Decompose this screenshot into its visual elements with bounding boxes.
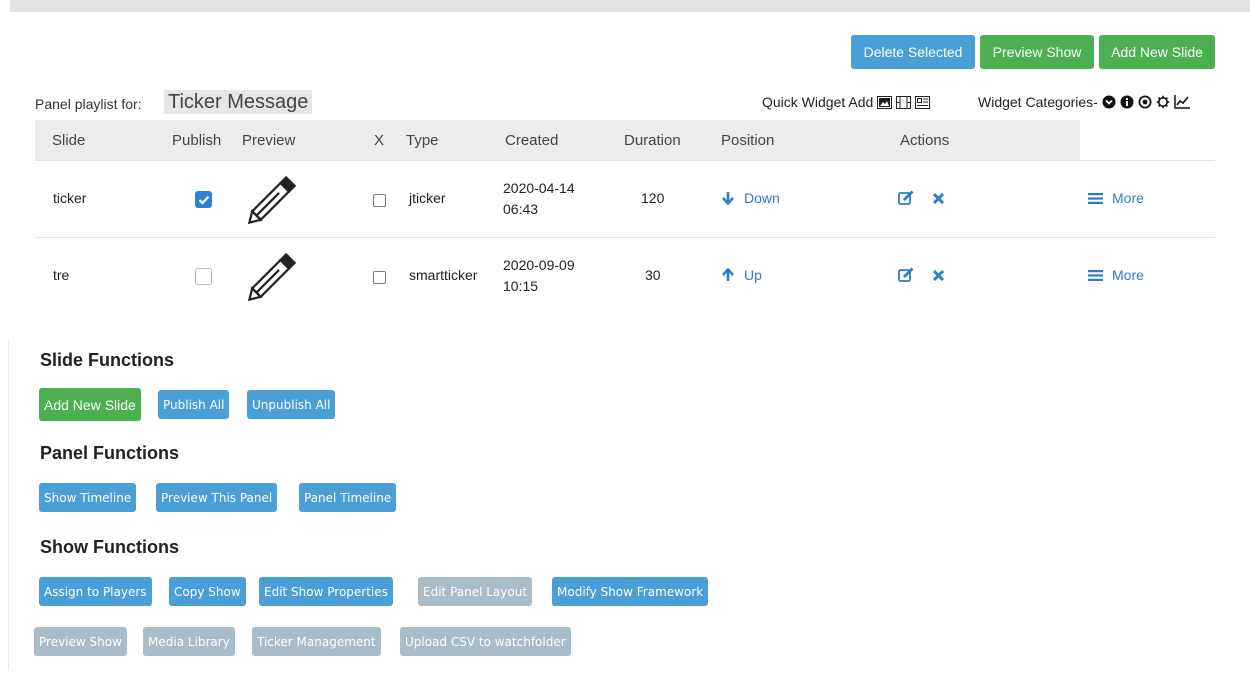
move-up-link[interactable]: Up — [721, 267, 762, 283]
slide-name: ticker — [53, 190, 87, 206]
delete-icon[interactable] — [932, 192, 945, 205]
more-link[interactable]: More — [1088, 190, 1144, 206]
panel-timeline-button[interactable]: Panel Timeline — [299, 483, 397, 512]
created-date: 2020-04-14 — [503, 180, 575, 196]
media-library-button[interactable]: Media Library — [143, 627, 235, 656]
preview-show-button-disabled[interactable]: Preview Show — [34, 627, 127, 656]
header-actions: Actions — [900, 132, 950, 149]
pencil-icon[interactable] — [244, 172, 300, 228]
modify-show-framework-button[interactable]: Modify Show Framework — [552, 577, 709, 606]
header-type: Type — [406, 132, 439, 149]
upload-csv-button[interactable]: Upload CSV to watchfolder — [400, 627, 571, 656]
row-divider — [35, 160, 1215, 161]
move-down-link[interactable]: Down — [721, 190, 780, 206]
header-publish: Publish — [172, 132, 222, 149]
newspaper-icon[interactable] — [915, 95, 931, 109]
panel-playlist-label: Panel playlist for: — [35, 96, 142, 112]
arrow-down-icon — [722, 192, 734, 205]
show-timeline-button[interactable]: Show Timeline — [39, 483, 137, 512]
header-preview: Preview — [242, 132, 296, 149]
more-link[interactable]: More — [1088, 267, 1144, 283]
slide-type: smartticker — [409, 267, 478, 283]
edit-panel-layout-button[interactable]: Edit Panel Layout — [418, 577, 533, 606]
unpublish-all-button[interactable]: Unpublish All — [247, 390, 336, 419]
header-created: Created — [505, 132, 559, 149]
menu-icon — [1088, 192, 1103, 204]
panel-functions-heading: Panel Functions — [40, 443, 180, 463]
created-time: 10:15 — [503, 278, 539, 294]
widget-categories: Widget Categories- — [978, 94, 1190, 110]
edit-show-properties-button[interactable]: Edit Show Properties — [259, 577, 393, 606]
select-x-checkbox[interactable] — [373, 271, 386, 284]
widget-categories-label: Widget Categories- — [978, 94, 1098, 110]
select-x-checkbox[interactable] — [373, 194, 386, 207]
gear-icon[interactable] — [1156, 95, 1170, 109]
created-time: 06:43 — [503, 201, 539, 217]
delete-selected-button[interactable]: Delete Selected — [851, 35, 975, 69]
header-duration: Duration — [624, 132, 681, 149]
ticker-management-button[interactable]: Ticker Management — [252, 627, 381, 656]
panel-name: Ticker Message — [164, 90, 313, 114]
top-divider-bar — [10, 0, 1250, 12]
delete-icon[interactable] — [932, 269, 945, 282]
header-slide: Slide — [52, 132, 86, 149]
edit-icon[interactable] — [898, 267, 914, 283]
image-icon[interactable] — [877, 95, 893, 109]
slide-functions-heading: Slide Functions — [40, 350, 175, 370]
slide-type: jticker — [409, 190, 446, 206]
chevron-circle-icon[interactable] — [1102, 95, 1116, 109]
quick-widget-add-label: Quick Widget Add — [762, 94, 874, 110]
show-functions-heading: Show Functions — [40, 537, 179, 557]
quick-widget-add: Quick Widget Add — [762, 94, 931, 110]
info-circle-icon[interactable] — [1120, 95, 1134, 109]
preview-show-button[interactable]: Preview Show — [980, 35, 1094, 69]
move-up-label: Up — [744, 267, 762, 283]
more-label: More — [1112, 190, 1144, 206]
more-label: More — [1112, 267, 1144, 283]
duration: 30 — [645, 267, 661, 283]
copy-show-button[interactable]: Copy Show — [169, 577, 246, 606]
film-icon[interactable] — [896, 95, 912, 109]
arrow-up-icon — [722, 268, 734, 281]
add-new-slide-button[interactable]: Add New Slide — [39, 388, 141, 421]
add-new-slide-button[interactable]: Add New Slide — [1099, 35, 1215, 69]
publish-checkbox[interactable] — [195, 191, 212, 208]
edit-icon[interactable] — [898, 190, 914, 206]
created-date: 2020-09-09 — [503, 257, 575, 273]
dot-circle-icon[interactable] — [1138, 95, 1152, 109]
menu-icon — [1088, 269, 1103, 281]
left-border — [8, 340, 9, 670]
checkmark-icon — [198, 195, 209, 205]
header-x: X — [374, 132, 385, 149]
publish-all-button[interactable]: Publish All — [158, 390, 230, 419]
row-divider — [35, 237, 1215, 238]
line-chart-icon[interactable] — [1174, 95, 1190, 109]
move-down-label: Down — [744, 190, 780, 206]
duration: 120 — [641, 190, 665, 206]
assign-to-players-button[interactable]: Assign to Players — [39, 577, 152, 606]
preview-this-panel-button[interactable]: Preview This Panel — [156, 483, 278, 512]
slide-name: tre — [53, 267, 70, 283]
publish-checkbox[interactable] — [195, 268, 212, 285]
pencil-icon[interactable] — [244, 249, 300, 305]
header-position: Position — [721, 132, 775, 149]
